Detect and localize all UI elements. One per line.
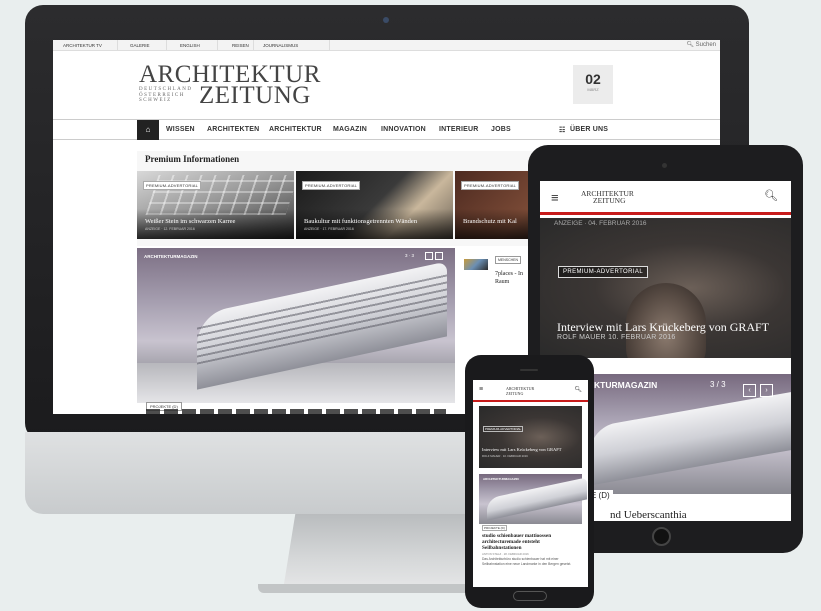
phone-home-button [513, 591, 547, 601]
phone-article-title[interactable]: Interview mit Lars Krückeberg von GRAFT [482, 447, 562, 452]
advertorial-badge: PREMIUM-ADVERTORIAL [461, 181, 520, 190]
topbar-divider [117, 40, 118, 51]
teaser-title[interactable]: Brandschutz mit Kal [463, 218, 517, 225]
teaser-meta: ANZEIGE · 17. FEBRUAR 2016 [304, 227, 354, 231]
site-logo-line2[interactable]: ZEITUNG [199, 83, 311, 108]
tablet-article-title[interactable]: Interview mit Lars Krückeberg von GRAFT [557, 320, 769, 335]
tablet-camera [662, 163, 667, 168]
hamburger-menu-icon[interactable]: ≡ [479, 386, 483, 393]
advertorial-badge: PREMIUM-ADVERTORIAL [302, 181, 361, 190]
nav-item-ueber-uns[interactable]: ÜBER UNS [570, 126, 608, 133]
teaser-card[interactable]: PREMIUM-ADVERTORIAL Weißer Stein im schw… [137, 171, 294, 239]
hamburger-menu-icon[interactable]: ≡ [551, 190, 559, 205]
slider-counter: 3 / 3 [710, 380, 726, 389]
top-bar: ARCHITEKTUR TV GALERIE ENGLISH REISEN JO… [53, 40, 720, 51]
side-article-tag[interactable]: MENSCHEN [495, 256, 522, 264]
chevron-left-icon[interactable]: ‹ [743, 384, 756, 397]
date-widget: 02 MÄRZ [573, 65, 613, 104]
site-logo-subtitle: DEUTSCHLAND ÖSTERREICH SCHWEIZ [139, 87, 193, 103]
tablet-ad-meta: ANZEIGE · 04. FEBRUAR 2016 [554, 220, 647, 227]
nav-item-jobs[interactable]: JOBS [491, 126, 511, 133]
search-icon[interactable]: 🔍︎ [574, 386, 582, 393]
topbar-link-english[interactable]: ENGLISH [180, 43, 200, 48]
tablet-home-button [652, 527, 671, 546]
tablet-header: ≡ ARCHITEKTUR ZEITUNG 🔍︎ [540, 181, 791, 215]
phone-article-byline: ANTON STELZ · 28. FEBRUAR 2016 [482, 552, 529, 556]
hero-title-cutoff [146, 409, 446, 414]
topbar-divider [217, 40, 218, 51]
phone-featured-article[interactable] [479, 406, 582, 468]
topbar-link-journalismus[interactable]: JOURNALISMUS [263, 43, 298, 48]
phone-hero-label: ARCHITEKTURMAGAZIN [483, 477, 519, 481]
phone-header: ≡ ARCHITEKTUR ZEITUNG 🔍︎ [473, 380, 588, 402]
date-day: 02 [585, 71, 601, 87]
topbar-link-galerie[interactable]: GALERIE [130, 43, 150, 48]
chevron-left-icon[interactable] [425, 252, 433, 260]
nav-item-wissen[interactable]: WISSEN [166, 126, 195, 133]
phone-speaker [520, 369, 538, 371]
advertorial-badge: PREMIUM-ADVERTORIAL [483, 426, 524, 432]
home-icon[interactable]: ⌂ [137, 120, 159, 140]
search-field[interactable]: 🔍︎ Suchen [686, 41, 716, 48]
nav-item-architektur[interactable]: ARCHITEKTUR [269, 126, 322, 133]
teaser-title[interactable]: Weißer Stein im schwarzen Karree [145, 218, 235, 225]
date-month: MÄRZ [587, 87, 599, 92]
tablet-article-meta: ROLF MAUER 10. FEBRUAR 2016 [557, 334, 676, 341]
tablet-hero-title-cutoff[interactable]: nd Ueberscanthia [610, 509, 687, 521]
phone-logo[interactable]: ARCHITEKTUR ZEITUNG [506, 386, 534, 396]
phone-article-heading[interactable]: studio schienbauer mattioossen architect… [482, 533, 578, 551]
hero-category-label: ARCHITEKTURMAGAZIN [144, 254, 198, 259]
phone-logo-line2: ZEITUNG [506, 390, 524, 396]
topbar-divider [166, 40, 167, 51]
webcam [383, 17, 389, 23]
phone-hero-tag[interactable]: PROJEKTE (D) [482, 525, 507, 531]
monitor-stand [283, 514, 488, 590]
teaser-card[interactable]: PREMIUM-ADVERTORIAL Baukultur mit funkti… [296, 171, 453, 239]
grid-icon: ☷ [559, 127, 566, 134]
tablet-hero-label: KTURMAGAZIN [594, 380, 658, 390]
nav-item-interieur[interactable]: INTERIEUR [439, 126, 479, 133]
nav-item-magazin[interactable]: MAGAZIN [333, 126, 367, 133]
hero-slider[interactable]: ARCHITEKTURMAGAZIN 3 · 3 [137, 248, 455, 403]
search-icon[interactable]: 🔍︎ [764, 189, 778, 202]
main-navigation: ⌂ WISSEN ARCHITEKTEN ARCHITEKTUR MAGAZIN… [53, 119, 720, 140]
teaser-title[interactable]: Baukultur mit funktionsgetrennten Wänden [304, 218, 417, 225]
phone-article-meta: ROLF MAUER · 10. FEBRUAR 2016 [482, 454, 528, 458]
nav-item-innovation[interactable]: INNOVATION [381, 126, 426, 133]
phone-article-excerpt: Das Architekturbüro studio schienbauer h… [482, 557, 572, 566]
search-placeholder: Suchen [695, 42, 716, 48]
search-icon[interactable]: 🔍︎ [686, 42, 694, 48]
advertorial-badge: PREMIUM-ADVERTORIAL [143, 181, 202, 190]
topbar-link-reisen[interactable]: REISEN [232, 43, 249, 48]
chevron-right-icon[interactable] [435, 252, 443, 260]
chevron-right-icon[interactable]: › [760, 384, 773, 397]
topbar-link-architektur-tv[interactable]: ARCHITEKTUR TV [63, 43, 102, 48]
slider-counter: 3 · 3 [405, 253, 415, 258]
advertorial-badge: PREMIUM-ADVERTORIAL [558, 266, 649, 278]
topbar-divider [329, 40, 330, 51]
topbar-divider [253, 40, 254, 51]
teaser-meta: ANZEIGE · 12. FEBRUAR 2016 [145, 227, 195, 231]
nav-item-architekten[interactable]: ARCHITEKTEN [207, 126, 259, 133]
phone-website: ≡ ARCHITEKTUR ZEITUNG 🔍︎ PREMIUM-ADVERTO… [473, 380, 588, 587]
side-article-thumbnail[interactable] [464, 259, 488, 270]
tablet-logo-line2[interactable]: ZEITUNG [593, 197, 626, 205]
section-title: Premium Informationen [145, 154, 240, 164]
